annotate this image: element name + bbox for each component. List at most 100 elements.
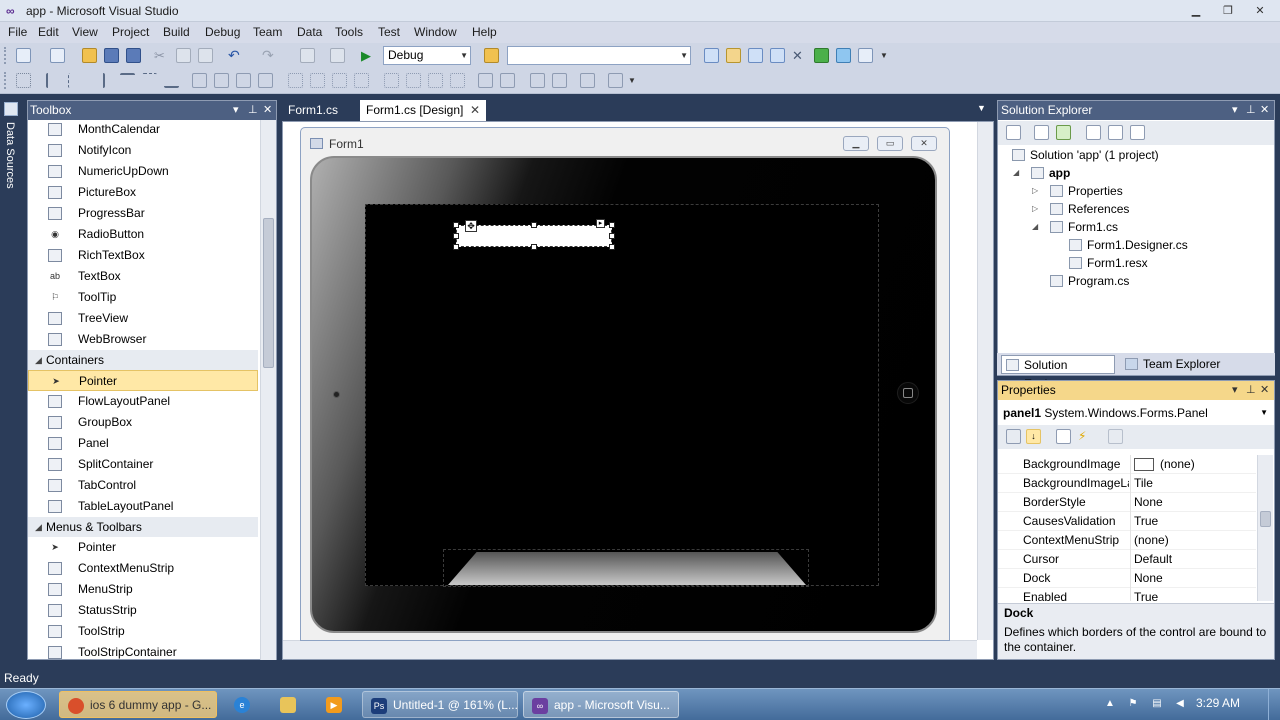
- taskbar-button-visual-studio[interactable]: ∞ app - Microsoft Visu...: [523, 691, 679, 718]
- resize-handle[interactable]: [453, 233, 459, 239]
- tab-solution-explorer[interactable]: Solution Explorer: [1001, 355, 1115, 391]
- align-bottoms-icon[interactable]: [164, 73, 179, 88]
- bring-to-front-icon[interactable]: [530, 73, 545, 88]
- tree-item[interactable]: Solution 'app' (1 project): [1012, 146, 1242, 164]
- send-to-back-icon[interactable]: [552, 73, 567, 88]
- menu-data[interactable]: Data: [297, 25, 322, 39]
- window-position-icon[interactable]: ▾: [1232, 381, 1238, 400]
- save-icon[interactable]: [104, 48, 119, 63]
- menu-edit[interactable]: Edit: [38, 25, 59, 39]
- resize-handle[interactable]: [531, 222, 537, 228]
- align-lefts-icon[interactable]: [46, 73, 61, 88]
- tree-item[interactable]: Program.cs: [1050, 272, 1280, 290]
- restore-button[interactable]: ❐: [1215, 3, 1241, 19]
- remove-vertical-spacing-icon[interactable]: [450, 73, 465, 88]
- show-hidden-icons-icon[interactable]: ▲: [1103, 697, 1117, 711]
- volume-icon[interactable]: ◀: [1173, 697, 1187, 711]
- refresh-icon[interactable]: [1056, 125, 1071, 140]
- categorized-icon[interactable]: [1006, 429, 1021, 444]
- toolbox-item[interactable]: TreeView: [28, 308, 258, 329]
- toolbox-item[interactable]: FlowLayoutPanel: [28, 391, 258, 412]
- property-row[interactable]: BorderStyle None: [998, 493, 1256, 512]
- toolbox-item[interactable]: WebBrowser: [28, 329, 258, 350]
- data-sources-label[interactable]: Data Sources: [4, 122, 16, 189]
- toolbox-item[interactable]: RichTextBox: [28, 245, 258, 266]
- resize-handle[interactable]: [609, 244, 615, 250]
- make-same-height-icon[interactable]: [236, 73, 251, 88]
- view-designer-icon[interactable]: [1108, 125, 1123, 140]
- toolbox-item[interactable]: ⚐ ToolTip: [28, 287, 258, 308]
- find-combo-input[interactable]: ▼: [507, 46, 691, 65]
- toolbox-item[interactable]: ◉ RadioButton: [28, 224, 258, 245]
- make-same-size-icon[interactable]: [258, 73, 273, 88]
- show-all-files-icon[interactable]: [1034, 125, 1049, 140]
- window-position-icon[interactable]: ▾: [1232, 101, 1238, 120]
- taskbar-button-ie[interactable]: e: [230, 691, 258, 718]
- view-class-diagram-icon[interactable]: [1130, 125, 1145, 140]
- menu-file[interactable]: File: [8, 25, 27, 39]
- events-icon[interactable]: ⚡: [1078, 429, 1093, 444]
- property-pages-icon[interactable]: [1108, 429, 1123, 444]
- pin-icon[interactable]: ⊥: [1246, 101, 1256, 120]
- designer-vertical-scrollbar[interactable]: [977, 122, 993, 640]
- toolbox-scrollbar[interactable]: [260, 120, 276, 660]
- view-code-icon[interactable]: [1086, 125, 1101, 140]
- property-value[interactable]: None: [1134, 493, 1163, 512]
- tree-item[interactable]: ▷ Properties: [1032, 182, 1280, 200]
- tab-team-explorer[interactable]: Team Explorer: [1121, 355, 1231, 374]
- server-explorer-icon[interactable]: [836, 48, 851, 63]
- redo-icon[interactable]: ↷: [262, 48, 277, 63]
- window-position-icon[interactable]: ▾: [233, 101, 239, 120]
- minimize-button[interactable]: ▁: [1183, 3, 1209, 19]
- toolbox-category[interactable]: ◢ Containers: [28, 350, 258, 370]
- make-same-width-icon[interactable]: [192, 73, 207, 88]
- toolbar-overflow-icon[interactable]: ▼: [880, 48, 895, 63]
- property-value[interactable]: Default: [1134, 550, 1172, 569]
- toolbox-item[interactable]: TableLayoutPanel: [28, 496, 258, 517]
- resize-handle[interactable]: [531, 244, 537, 250]
- move-handle-icon[interactable]: ✥: [465, 220, 477, 232]
- toolbox-item[interactable]: StatusStrip: [28, 600, 258, 621]
- size-to-grid-icon[interactable]: [214, 73, 229, 88]
- toolbox-item[interactable]: ToolStripContainer: [28, 642, 258, 660]
- align-tops-icon[interactable]: [120, 73, 135, 88]
- close-icon[interactable]: ✕: [1260, 101, 1269, 120]
- resize-handle[interactable]: [609, 233, 615, 239]
- solution-explorer-icon[interactable]: [704, 48, 719, 63]
- close-icon[interactable]: ✕: [1260, 381, 1269, 400]
- toolbox-category[interactable]: ◢ Menus & Toolbars: [28, 517, 258, 537]
- start-button[interactable]: [6, 691, 46, 719]
- cut-icon[interactable]: ✂: [154, 48, 169, 63]
- tab-order-icon[interactable]: [580, 73, 595, 88]
- remove-horizontal-spacing-icon[interactable]: [354, 73, 369, 88]
- menu-view[interactable]: View: [72, 25, 98, 39]
- property-row[interactable]: ContextMenuStrip (none): [998, 531, 1256, 550]
- network-icon[interactable]: ▤: [1150, 697, 1164, 711]
- property-row[interactable]: Cursor Default: [998, 550, 1256, 569]
- object-browser-icon[interactable]: [748, 48, 763, 63]
- toolbox-item[interactable]: ProgressBar: [28, 203, 258, 224]
- close-icon[interactable]: ✕: [263, 101, 272, 120]
- increase-horizontal-spacing-icon[interactable]: [310, 73, 325, 88]
- scrollbar-thumb[interactable]: [263, 218, 274, 368]
- toolbar-grip[interactable]: [4, 72, 7, 89]
- tree-item[interactable]: ◢ Form1.cs: [1032, 218, 1280, 236]
- pin-icon[interactable]: ⊥: [1246, 381, 1256, 400]
- align-to-grid-icon[interactable]: [16, 73, 31, 88]
- menu-project[interactable]: Project: [112, 25, 149, 39]
- designer-horizontal-scrollbar[interactable]: [283, 640, 977, 659]
- lock-controls-icon[interactable]: [608, 73, 623, 88]
- horizontal-spacing-icon[interactable]: [288, 73, 303, 88]
- property-row[interactable]: CausesValidation True: [998, 512, 1256, 531]
- taskbar-button-explorer[interactable]: [276, 691, 304, 718]
- align-rights-icon[interactable]: [90, 73, 105, 88]
- taskbar-clock[interactable]: 3:29 AM: [1196, 696, 1240, 710]
- toolbox-item[interactable]: MenuStrip: [28, 579, 258, 600]
- toolbox-item[interactable]: Panel: [28, 433, 258, 454]
- toolbox-icon[interactable]: [770, 48, 785, 63]
- undo-icon[interactable]: ↶: [228, 48, 243, 63]
- center-vertically-icon[interactable]: [500, 73, 515, 88]
- property-value[interactable]: None: [1134, 569, 1163, 588]
- show-desktop-button[interactable]: [1268, 689, 1280, 720]
- object-selector-dropdown[interactable]: panel1 System.Windows.Forms.Panel ▼: [1000, 403, 1272, 423]
